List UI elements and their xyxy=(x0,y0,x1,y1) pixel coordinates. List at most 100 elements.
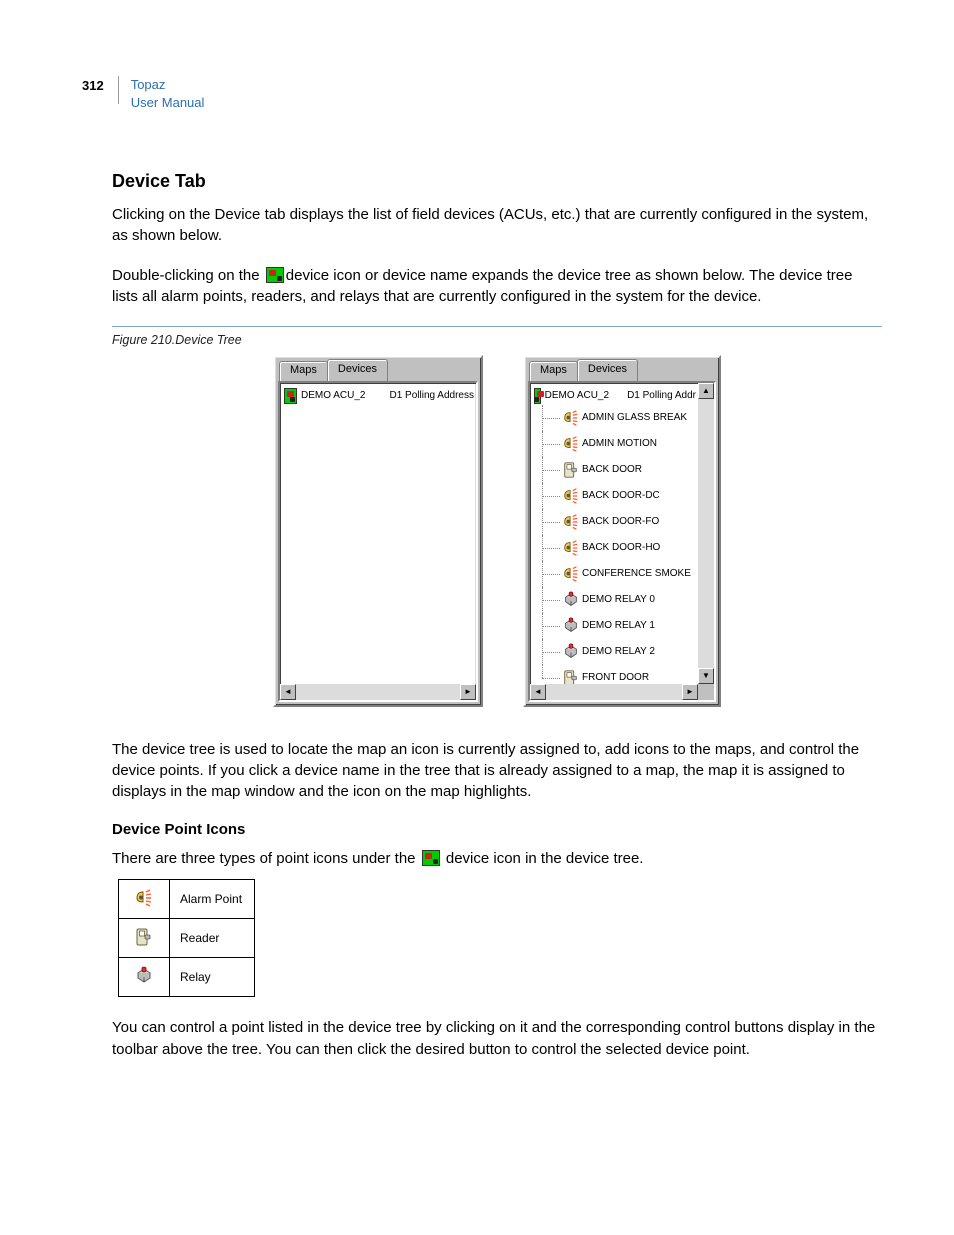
alarm-icon xyxy=(562,435,580,453)
scroll-up-button[interactable]: ▲ xyxy=(698,383,714,399)
page: 312 Topaz User Manual Device Tab Clickin… xyxy=(0,0,954,1235)
horizontal-scrollbar[interactable]: ◄ ► xyxy=(530,684,698,700)
scroll-left-button[interactable]: ◄ xyxy=(530,684,546,700)
tab-devices[interactable]: Devices xyxy=(327,359,388,381)
paragraph-2a: Double-clicking on the xyxy=(112,267,264,284)
legend-row: Alarm Point xyxy=(119,880,255,919)
section-heading: Device Tab xyxy=(112,171,882,192)
figure-row: Maps Devices DEMO ACU_2 D1 Polling Addre… xyxy=(112,355,882,707)
tree-connector xyxy=(534,457,560,483)
alarm-icon xyxy=(119,880,170,919)
scroll-left-button[interactable]: ◄ xyxy=(280,684,296,700)
tree-node-label: DEMO RELAY 0 xyxy=(582,594,655,605)
tree-connector xyxy=(534,639,560,665)
tree-node-label: DEMO RELAY 2 xyxy=(582,646,655,657)
tab-devices[interactable]: Devices xyxy=(577,359,638,381)
figure-caption: Figure 210.Device Tree xyxy=(112,333,882,347)
tree-connector xyxy=(534,665,560,684)
figure-top-rule xyxy=(112,326,882,327)
tree-viewport[interactable]: DEMO ACU_2 D1 Polling Address xyxy=(280,383,476,684)
tree-connector xyxy=(534,509,560,535)
legend-label: Relay xyxy=(170,958,255,997)
scroll-track[interactable] xyxy=(546,684,682,700)
legend-label: Alarm Point xyxy=(170,880,255,919)
manual-subtitle: User Manual xyxy=(131,95,205,110)
device-tree-collapsed: Maps Devices DEMO ACU_2 D1 Polling Addre… xyxy=(273,355,483,707)
page-number: 312 xyxy=(82,77,104,95)
scroll-down-button[interactable]: ▼ xyxy=(698,668,714,684)
tree-node[interactable]: BACK DOOR xyxy=(534,457,696,483)
tree-node-label: CONFERENCE SMOKE xyxy=(582,568,691,579)
tree-node-label: BACK DOOR-HO xyxy=(582,542,660,553)
tree-root-name: DEMO ACU_2 xyxy=(301,390,365,401)
paragraph-3: The device tree is used to locate the ma… xyxy=(112,739,882,803)
content: Device Tab Clicking on the Device tab di… xyxy=(112,171,882,1060)
relay-icon xyxy=(562,591,580,609)
device-icon xyxy=(284,388,297,404)
tree-connector xyxy=(534,535,560,561)
scroll-track[interactable] xyxy=(296,684,460,700)
paragraph-1: Clicking on the Device tab displays the … xyxy=(112,204,882,247)
alarm-icon xyxy=(562,513,580,531)
tree-connector xyxy=(534,483,560,509)
tree-node-label: FRONT DOOR xyxy=(582,672,649,683)
tree-node[interactable]: DEMO RELAY 1 xyxy=(534,613,696,639)
sub-heading: Device Point Icons xyxy=(112,821,882,838)
paragraph-4: There are three types of point icons und… xyxy=(112,848,882,870)
tab-maps[interactable]: Maps xyxy=(279,361,328,381)
legend-row: Reader xyxy=(119,919,255,958)
tree-connector xyxy=(534,587,560,613)
scroll-track[interactable] xyxy=(698,399,714,668)
scroll-right-button[interactable]: ► xyxy=(682,684,698,700)
device-icon xyxy=(422,850,440,866)
tree-node-label: BACK DOOR xyxy=(582,464,642,475)
product-name: Topaz xyxy=(131,77,166,92)
tree-node[interactable]: FRONT DOOR xyxy=(534,665,696,684)
tree-root-address: D1 Polling Addr xyxy=(627,390,696,401)
relay-icon xyxy=(119,958,170,997)
scroll-right-button[interactable]: ► xyxy=(460,684,476,700)
scrollbar-corner xyxy=(698,684,714,700)
paragraph-4b: device icon in the device tree. xyxy=(442,850,644,867)
horizontal-scrollbar[interactable]: ◄ ► xyxy=(280,684,476,700)
device-icon xyxy=(534,388,541,404)
tree-connector xyxy=(534,613,560,639)
tree-root-row[interactable]: DEMO ACU_2 D1 Polling Addr xyxy=(534,387,696,405)
reader-icon xyxy=(562,669,580,684)
tree-root-row[interactable]: DEMO ACU_2 D1 Polling Address xyxy=(284,387,474,405)
device-icon xyxy=(266,267,284,283)
device-tree-expanded: Maps Devices DEMO ACU_2 D1 Polling Addr … xyxy=(523,355,721,707)
paragraph-4a: There are three types of point icons und… xyxy=(112,850,420,867)
vertical-scrollbar[interactable]: ▲ ▼ xyxy=(698,383,714,684)
tree-area: DEMO ACU_2 D1 Polling Addr ADMIN GLASS B… xyxy=(528,381,716,702)
tree-node[interactable]: ADMIN MOTION xyxy=(534,431,696,457)
tree-node-label: ADMIN MOTION xyxy=(582,438,657,449)
tree-node[interactable]: BACK DOOR-FO xyxy=(534,509,696,535)
tree-node-label: DEMO RELAY 1 xyxy=(582,620,655,631)
paragraph-2: Double-clicking on the device icon or de… xyxy=(112,265,882,308)
header-divider xyxy=(118,76,119,104)
relay-icon xyxy=(562,617,580,635)
tree-node[interactable]: BACK DOOR-DC xyxy=(534,483,696,509)
relay-icon xyxy=(562,643,580,661)
tree-node[interactable]: CONFERENCE SMOKE xyxy=(534,561,696,587)
legend-row: Relay xyxy=(119,958,255,997)
alarm-icon xyxy=(562,539,580,557)
tab-maps[interactable]: Maps xyxy=(529,361,578,381)
tree-connector xyxy=(534,561,560,587)
tree-node[interactable]: ADMIN GLASS BREAK xyxy=(534,405,696,431)
page-header: 312 Topaz User Manual xyxy=(82,76,894,111)
tree-root-name: DEMO ACU_2 xyxy=(545,390,609,401)
tree-node[interactable]: DEMO RELAY 0 xyxy=(534,587,696,613)
alarm-icon xyxy=(562,565,580,583)
tree-node[interactable]: BACK DOOR-HO xyxy=(534,535,696,561)
tree-viewport[interactable]: DEMO ACU_2 D1 Polling Addr ADMIN GLASS B… xyxy=(530,383,698,684)
alarm-icon xyxy=(562,409,580,427)
tree-node-label: ADMIN GLASS BREAK xyxy=(582,412,687,423)
tree-node[interactable]: DEMO RELAY 2 xyxy=(534,639,696,665)
device-icon-inline xyxy=(422,848,440,869)
alarm-icon xyxy=(562,487,580,505)
reader-icon xyxy=(119,919,170,958)
tree-children: ADMIN GLASS BREAK ADMIN MOTION BACK DOOR BA… xyxy=(534,405,696,684)
legend-label: Reader xyxy=(170,919,255,958)
